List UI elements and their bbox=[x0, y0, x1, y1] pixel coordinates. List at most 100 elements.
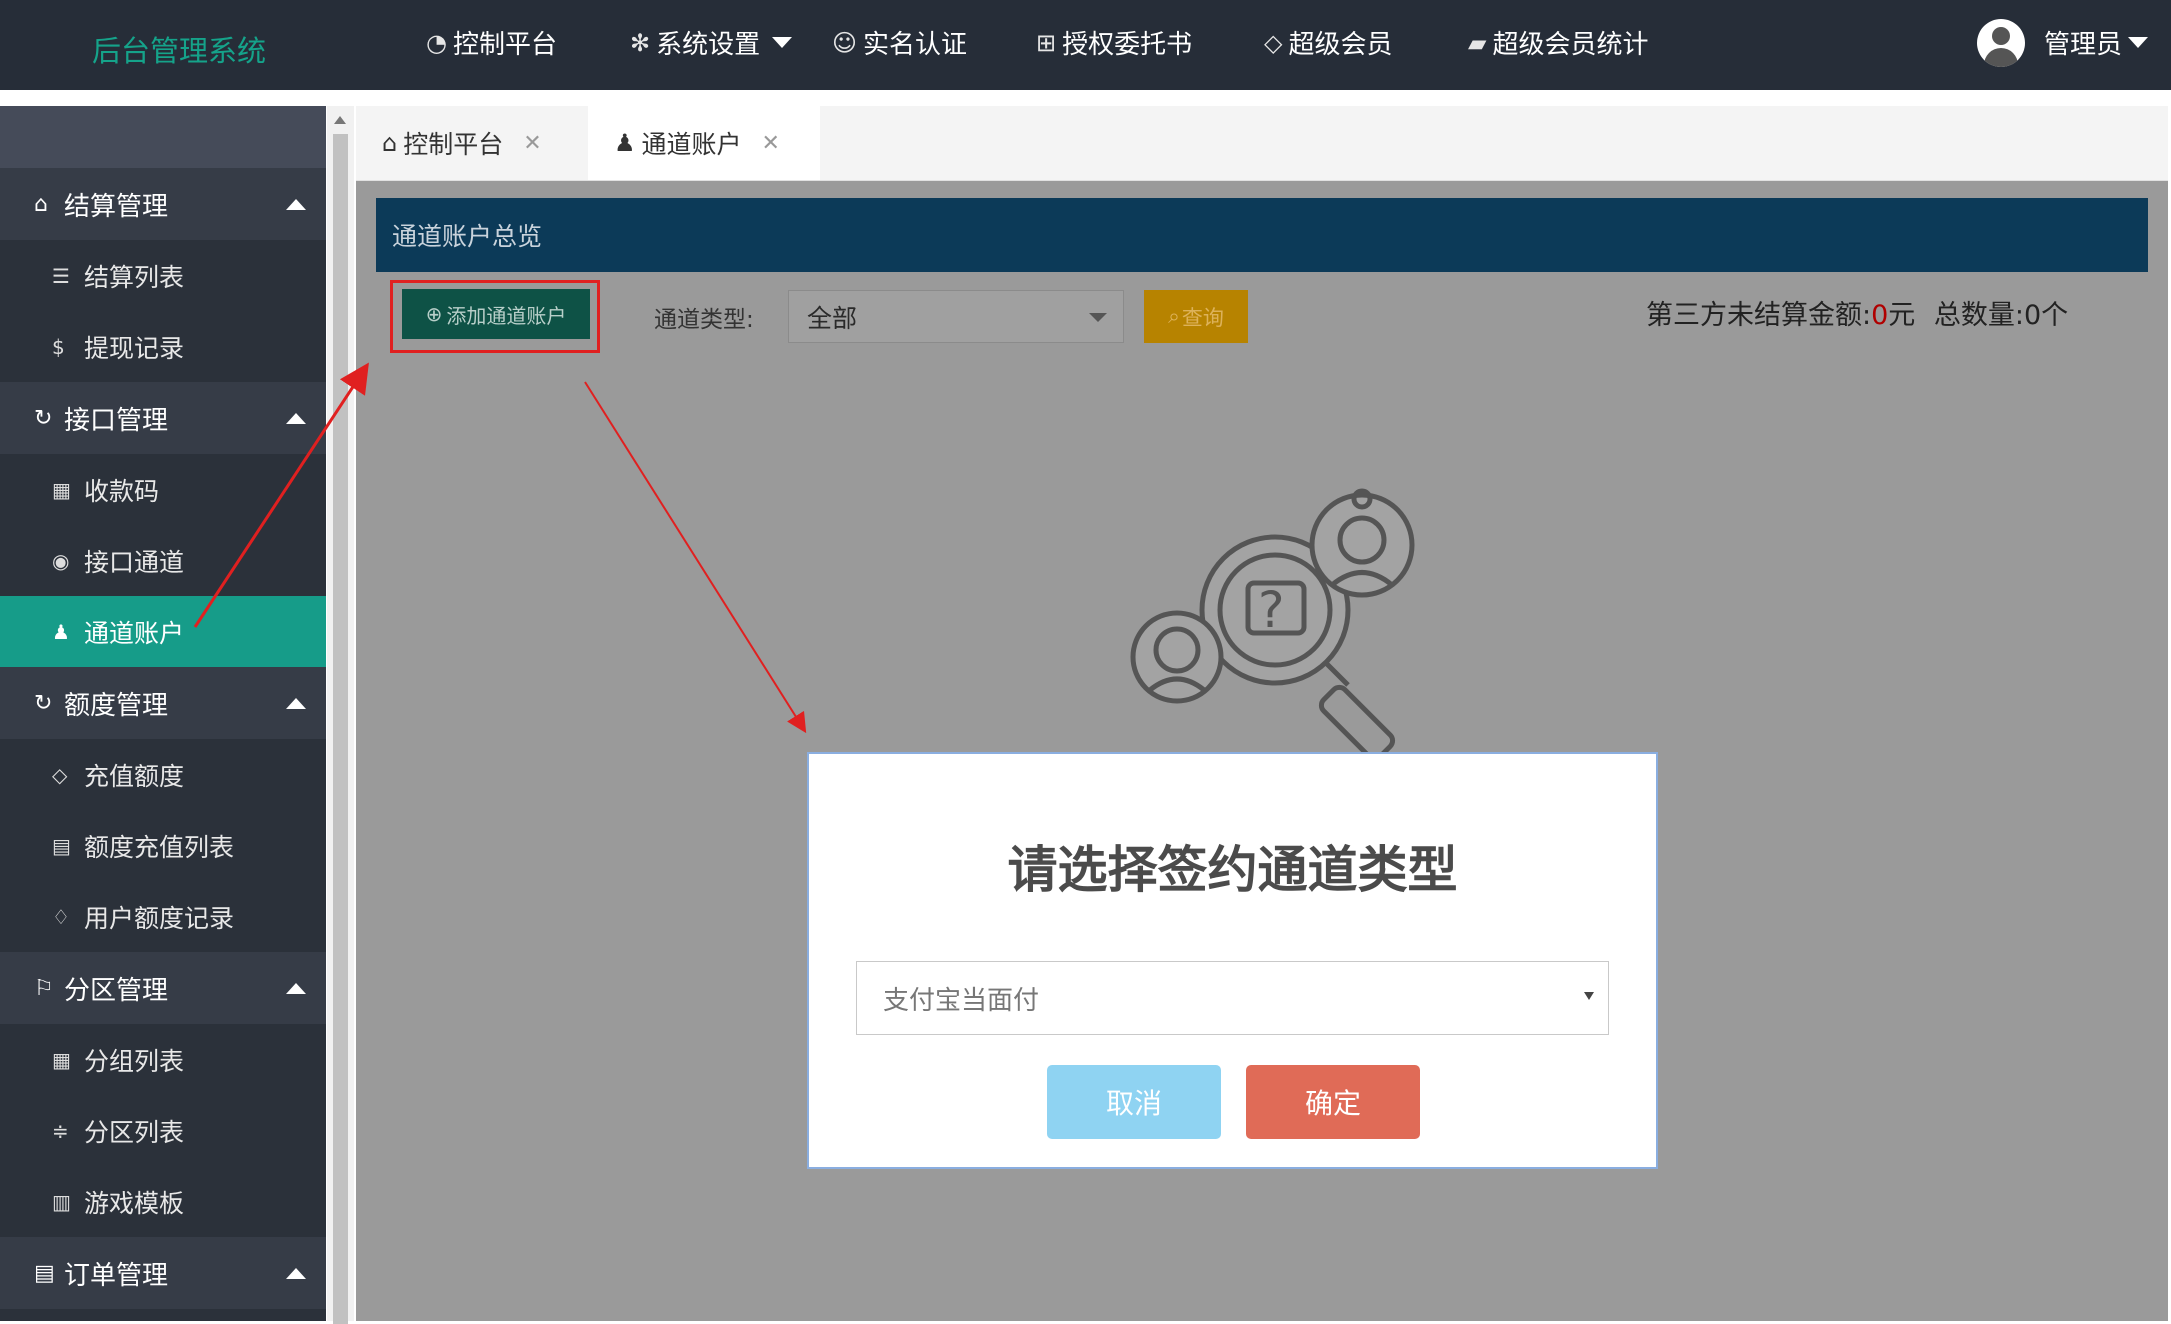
sidebar-item-game-template[interactable]: ▥ 游戏模板 bbox=[0, 1166, 326, 1237]
summary-count: 0个 bbox=[2024, 300, 2069, 331]
sidebar-group-label: 结算管理 bbox=[64, 191, 169, 222]
clipboard-icon: ▤ bbox=[34, 1260, 55, 1286]
dashboard-icon: ◔ bbox=[426, 28, 447, 57]
chevron-up-icon bbox=[286, 1268, 306, 1279]
sidebar-scrollbar[interactable] bbox=[327, 106, 354, 1324]
chevron-down-icon bbox=[2128, 37, 2149, 48]
nav-real-name-label: 实名认证 bbox=[863, 30, 968, 60]
nav-real-name[interactable]: ☺ 实名认证 bbox=[832, 24, 967, 61]
refresh-icon: ↻ bbox=[34, 690, 53, 716]
nav-member-stats-label: 超级会员统计 bbox=[1492, 30, 1649, 60]
sidebar-item-label: 提现记录 bbox=[84, 333, 185, 363]
chevron-up-icon bbox=[286, 698, 306, 709]
select-value: 全部 bbox=[807, 303, 858, 333]
nav-member-stats[interactable]: ▰ 超级会员统计 bbox=[1468, 24, 1648, 61]
user-icon: ♟ bbox=[52, 619, 70, 644]
sidebar-group-interface[interactable]: ↻ 接口管理 bbox=[0, 382, 326, 454]
sidebar-item-label: 收款码 bbox=[84, 476, 160, 506]
nav-dashboard[interactable]: ◔ 控制平台 bbox=[426, 24, 557, 61]
channel-type-dropdown[interactable]: 支付宝当面付 bbox=[856, 961, 1609, 1035]
panel-title: 通道账户总览 bbox=[376, 198, 2148, 272]
chevron-up-icon bbox=[286, 983, 306, 994]
dropdown-value: 支付宝当面付 bbox=[883, 985, 1040, 1016]
user-name-label: 管理员 bbox=[2044, 30, 2123, 60]
nav-super-member[interactable]: ◇ 超级会员 bbox=[1264, 24, 1392, 61]
dialog-title: 请选择签约通道类型 bbox=[1007, 841, 1458, 899]
sidebar-item-recharge-quota[interactable]: ◇ 充值额度 bbox=[0, 739, 326, 810]
summary-amount: 0 bbox=[1871, 300, 1889, 331]
sidebar-top bbox=[0, 106, 326, 168]
tag-icon: ⌂ bbox=[34, 191, 48, 217]
gear-icon: ✻ bbox=[630, 28, 651, 57]
avatar[interactable] bbox=[1977, 19, 2025, 67]
chart-icon: ▰ bbox=[1468, 28, 1487, 57]
sidebar-group-quota[interactable]: ↻ 额度管理 bbox=[0, 667, 326, 739]
list-icon: ☰ bbox=[52, 263, 70, 288]
clipboard-icon: ▤ bbox=[52, 833, 71, 858]
sidebar-item-channel-account[interactable]: ♟ 通道账户 bbox=[0, 596, 326, 667]
plus-circle-icon: ⊕ bbox=[425, 302, 443, 326]
nav-dashboard-label: 控制平台 bbox=[452, 30, 557, 60]
sidebar-item-group-list[interactable]: ▦ 分组列表 bbox=[0, 1024, 326, 1095]
nav-system-settings[interactable]: ✻ 系统设置 bbox=[630, 24, 793, 61]
sidebar-group-partition[interactable]: ⚐ 分区管理 bbox=[0, 952, 326, 1024]
sidebar-group-settlement[interactable]: ⌂ 结算管理 bbox=[0, 168, 326, 240]
sidebar-group-label: 额度管理 bbox=[64, 690, 169, 721]
brand-title[interactable]: 后台管理系统 bbox=[92, 28, 266, 70]
close-icon[interactable]: ✕ bbox=[523, 131, 541, 156]
sidebar-item-label: 通道账户 bbox=[84, 618, 185, 648]
user-icon: ♟ bbox=[614, 129, 636, 157]
sidebar-item-quota-recharge-list[interactable]: ▤ 额度充值列表 bbox=[0, 810, 326, 881]
scrollbar-thumb[interactable] bbox=[333, 134, 348, 1324]
diamond-icon: ◇ bbox=[52, 762, 68, 787]
cancel-button[interactable]: 取消 bbox=[1047, 1065, 1221, 1139]
chevron-down-icon bbox=[1089, 313, 1107, 322]
tab-label: 通道账户 bbox=[641, 130, 742, 159]
search-icon: ⌕ bbox=[1168, 304, 1180, 328]
filter-label: 通道类型: bbox=[654, 307, 754, 333]
grid-icon: ▦ bbox=[52, 1047, 71, 1072]
template-icon: ▥ bbox=[52, 1189, 71, 1214]
flag-icon: ⚐ bbox=[34, 975, 54, 1001]
sidebar-group-orders[interactable]: ▤ 订单管理 bbox=[0, 1237, 326, 1309]
select-channel-dialog: 请选择签约通道类型 支付宝当面付 取消 确定 bbox=[807, 752, 1658, 1169]
sidebar-item-user-quota-records[interactable]: ♢ 用户额度记录 bbox=[0, 881, 326, 952]
user-menu[interactable]: 管理员 bbox=[2044, 24, 2149, 61]
nav-authorization-label: 授权委托书 bbox=[1062, 30, 1193, 60]
sidebar-item-label: 用户额度记录 bbox=[84, 903, 235, 933]
nav-authorization[interactable]: ⊞ 授权委托书 bbox=[1036, 24, 1192, 61]
sidebar-item-label: 额度充值列表 bbox=[84, 832, 235, 862]
diamond-icon: ◇ bbox=[1264, 28, 1283, 57]
sidebar-group-label: 接口管理 bbox=[64, 405, 169, 436]
tab-dashboard[interactable]: ⌂ 控制平台 ✕ bbox=[356, 106, 586, 180]
tab-channel-account[interactable]: ♟ 通道账户 ✕ bbox=[588, 106, 820, 180]
smile-icon: ☺ bbox=[832, 28, 858, 57]
summary-count-label: 总数量: bbox=[1933, 300, 2024, 331]
tab-bar: ⌂ 控制平台 ✕ ♟ 通道账户 ✕ bbox=[356, 106, 2168, 181]
sidebar-group-label: 订单管理 bbox=[64, 1260, 169, 1291]
svg-text:?: ? bbox=[1258, 581, 1285, 639]
summary-unit: 元 bbox=[1888, 300, 1916, 331]
sidebar-item-settlement-list[interactable]: ☰ 结算列表 bbox=[0, 240, 326, 311]
confirm-button[interactable]: 确定 bbox=[1246, 1065, 1420, 1139]
sidebar-item-withdraw-records[interactable]: $ 提现记录 bbox=[0, 311, 326, 382]
sidebar-item-label: 结算列表 bbox=[84, 262, 185, 292]
top-navbar: 后台管理系统 ◔ 控制平台 ✻ 系统设置 ☺ 实名认证 ⊞ 授权委托书 ◇ 超级… bbox=[0, 0, 2171, 90]
sidebar-item-interface-channel[interactable]: ◉ 接口通道 bbox=[0, 525, 326, 596]
grid-icon: ▦ bbox=[52, 477, 71, 502]
add-channel-account-button[interactable]: ⊕ 添加通道账户 bbox=[402, 289, 590, 339]
home-icon: ⌂ bbox=[382, 129, 398, 157]
add-button-label: 添加通道账户 bbox=[446, 303, 567, 328]
sidebar-item-label: 分组列表 bbox=[84, 1046, 185, 1076]
sidebar-item-qrcode[interactable]: ▦ 收款码 bbox=[0, 454, 326, 525]
sidebar: ⌂ 结算管理 ☰ 结算列表 $ 提现记录 ↻ 接口管理 ▦ 收款码 ◉ 接口通道… bbox=[0, 106, 326, 1321]
sidebar-item-label: 充值额度 bbox=[84, 761, 185, 791]
sidebar-item-partition-list[interactable]: ≑ 分区列表 bbox=[0, 1095, 326, 1166]
close-icon[interactable]: ✕ bbox=[762, 131, 780, 156]
query-button-label: 查询 bbox=[1181, 305, 1224, 330]
refresh-icon: ↻ bbox=[34, 405, 53, 431]
scroll-up-icon[interactable] bbox=[334, 116, 346, 124]
tab-label: 控制平台 bbox=[403, 130, 504, 159]
query-button[interactable]: ⌕ 查询 bbox=[1144, 290, 1248, 343]
channel-type-select[interactable]: 全部 bbox=[788, 290, 1124, 343]
